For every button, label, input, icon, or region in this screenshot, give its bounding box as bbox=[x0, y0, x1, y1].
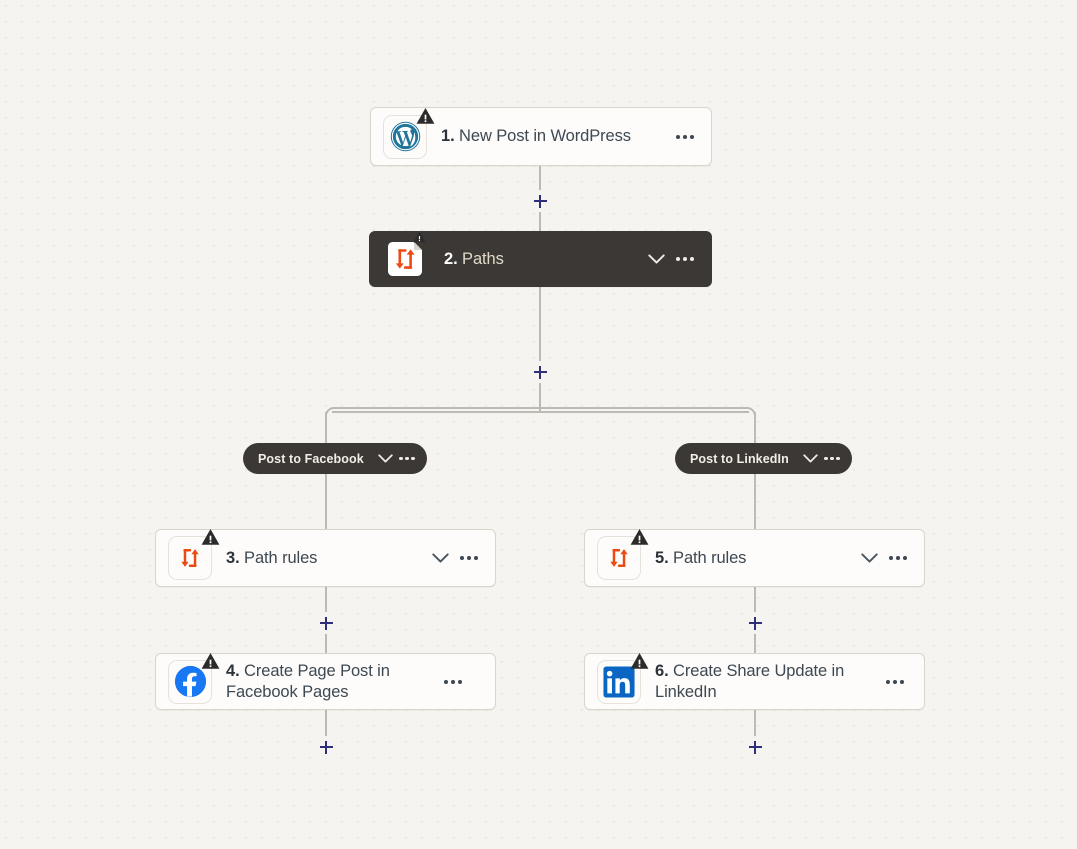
step-6-number: 6. bbox=[655, 661, 669, 680]
step-2-expand-chevron-down-icon[interactable] bbox=[645, 248, 667, 270]
connector-branch-right-to-pill bbox=[754, 430, 756, 443]
paths-icon bbox=[181, 549, 199, 567]
connector-step6-to-plus bbox=[754, 710, 756, 737]
step-3-more-options-button[interactable] bbox=[457, 547, 481, 569]
step-1-title: 1. New Post in WordPress bbox=[441, 126, 673, 147]
paths-icon bbox=[610, 549, 628, 567]
step-card-6-create-share-update-in-linkedin[interactable]: 6. Create Share Update in LinkedIn bbox=[584, 652, 925, 710]
step-4-number: 4. bbox=[226, 661, 240, 680]
step-5-more-options-button[interactable] bbox=[886, 547, 910, 569]
path-a-label: Post to Facebook bbox=[258, 451, 364, 466]
step-2-icon-tile bbox=[382, 231, 428, 282]
add-step-button-after-5[interactable]: + bbox=[744, 612, 766, 634]
step-2-number: 2. bbox=[444, 249, 458, 268]
step-card-5-path-rules[interactable]: 5. Path rules bbox=[584, 529, 925, 587]
step-5-expand-chevron-down-icon[interactable] bbox=[858, 547, 880, 569]
warning-icon bbox=[630, 652, 649, 669]
step-4-title-text: Create Page Post in Facebook Pages bbox=[226, 661, 390, 701]
step-6-title-text: Create Share Update in LinkedIn bbox=[655, 661, 845, 701]
step-3-expand-chevron-down-icon[interactable] bbox=[429, 547, 451, 569]
step-card-4-create-page-post-in-facebook-pages[interactable]: 4. Create Page Post in Facebook Pages bbox=[155, 652, 496, 710]
add-step-button-after-6[interactable]: + bbox=[744, 736, 766, 758]
step-5-number: 5. bbox=[655, 548, 669, 567]
step-card-3-path-rules[interactable]: 3. Path rules bbox=[155, 529, 496, 587]
step-6-title: 6. Create Share Update in LinkedIn bbox=[655, 661, 883, 703]
path-b-chevron-down-icon[interactable] bbox=[801, 449, 820, 468]
connector-step2-to-plus bbox=[539, 287, 541, 361]
connector-step4-to-plus bbox=[325, 710, 327, 737]
warning-icon bbox=[413, 231, 426, 243]
step-4-icon-tile bbox=[168, 652, 220, 704]
paths-icon bbox=[388, 242, 422, 276]
step-card-1-new-post-in-wordpress[interactable]: 1. New Post in WordPress bbox=[370, 107, 712, 166]
add-step-button-after-4[interactable]: + bbox=[315, 736, 337, 758]
step-3-title-text: Path rules bbox=[244, 548, 318, 567]
warning-icon bbox=[416, 107, 435, 124]
step-5-icon-tile bbox=[597, 529, 649, 580]
path-a-chevron-down-icon[interactable] bbox=[376, 449, 395, 468]
connector-path-a-to-step3 bbox=[325, 474, 327, 529]
add-step-button-after-1[interactable]: + bbox=[529, 190, 551, 212]
linkedin-icon bbox=[603, 665, 635, 698]
path-b-label: Post to LinkedIn bbox=[690, 451, 789, 466]
step-1-icon-tile bbox=[383, 107, 435, 159]
step-5-title: 5. Path rules bbox=[655, 548, 858, 569]
step-6-icon-tile bbox=[597, 652, 649, 704]
warning-icon bbox=[201, 529, 220, 545]
step-4-title: 4. Create Page Post in Facebook Pages bbox=[226, 661, 441, 703]
path-a-more-options-button[interactable] bbox=[397, 449, 417, 468]
step-3-icon-tile bbox=[168, 529, 220, 580]
path-pill-post-to-linkedin[interactable]: Post to LinkedIn bbox=[675, 443, 852, 474]
connector-branch-left-to-pill bbox=[325, 430, 327, 443]
step-5-title-text: Path rules bbox=[673, 548, 747, 567]
connector-path-b-to-step5 bbox=[754, 474, 756, 529]
step-1-more-options-button[interactable] bbox=[673, 126, 697, 148]
connector-step3-to-plus bbox=[325, 587, 327, 612]
step-2-title: 2. Paths bbox=[444, 249, 645, 270]
add-step-button-after-3[interactable]: + bbox=[315, 612, 337, 634]
step-6-more-options-button[interactable] bbox=[883, 671, 907, 693]
warning-icon bbox=[201, 652, 220, 669]
step-2-title-text: Paths bbox=[462, 249, 504, 268]
facebook-icon bbox=[174, 665, 206, 698]
path-b-more-options-button[interactable] bbox=[822, 449, 842, 468]
step-2-more-options-button[interactable] bbox=[673, 248, 697, 270]
connector-step5-to-plus bbox=[754, 587, 756, 612]
step-4-more-options-button[interactable] bbox=[441, 671, 465, 693]
wordpress-icon bbox=[390, 121, 420, 152]
step-3-number: 3. bbox=[226, 548, 240, 567]
step-card-2-paths[interactable]: 2. Paths bbox=[369, 231, 712, 287]
step-3-title: 3. Path rules bbox=[226, 548, 429, 569]
step-1-title-text: New Post in WordPress bbox=[459, 127, 631, 145]
zap-editor-canvas[interactable]: + + + + + + 1. New Post in WordPress bbox=[0, 0, 1077, 849]
add-step-button-after-2[interactable]: + bbox=[529, 361, 551, 383]
warning-icon bbox=[630, 529, 649, 545]
connector-step1-to-plus bbox=[539, 165, 541, 191]
connector-plus-to-step2 bbox=[539, 212, 541, 231]
connector-plus-to-step6 bbox=[754, 634, 756, 654]
path-pill-post-to-facebook[interactable]: Post to Facebook bbox=[243, 443, 427, 474]
connector-plus-to-step4 bbox=[325, 634, 327, 654]
step-1-number: 1. bbox=[441, 127, 455, 145]
